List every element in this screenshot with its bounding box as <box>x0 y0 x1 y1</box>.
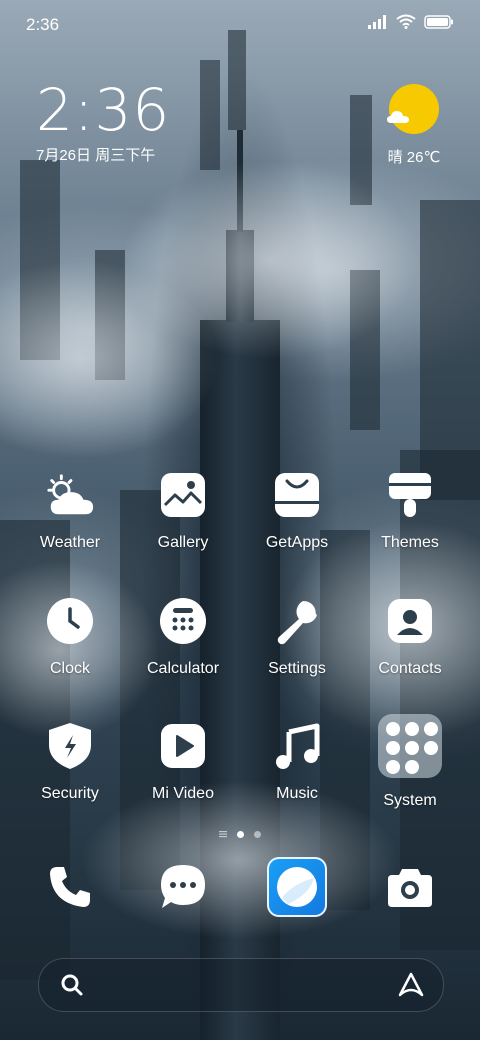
app-mi-video[interactable]: Mi Video <box>126 721 240 803</box>
contacts-icon <box>385 596 435 646</box>
app-label: Settings <box>268 660 326 677</box>
signal-icon <box>368 14 386 29</box>
app-label: Music <box>276 785 318 802</box>
app-contacts[interactable]: Contacts <box>353 596 467 678</box>
app-label: Clock <box>49 660 90 677</box>
getapps-icon <box>272 470 322 520</box>
dock-camera[interactable] <box>353 862 467 912</box>
app-label: Security <box>41 785 99 802</box>
themes-icon <box>385 470 435 520</box>
phone-icon <box>45 862 95 912</box>
app-getapps[interactable]: GetApps <box>240 470 354 552</box>
sun-cloud-icon <box>387 84 439 134</box>
app-weather[interactable]: Weather <box>13 470 127 552</box>
clock-widget[interactable]: 2:36 7月26日 周三下午 <box>36 80 170 165</box>
app-label: Gallery <box>157 534 209 551</box>
clock-icon <box>45 596 95 646</box>
search-bar[interactable] <box>38 958 444 1012</box>
music-icon <box>272 721 322 771</box>
app-clock[interactable]: Clock <box>13 596 127 678</box>
search-icon[interactable] <box>59 972 85 998</box>
status-time: 2:36 <box>26 15 60 34</box>
gallery-icon <box>158 470 208 520</box>
calculator-icon <box>158 596 208 646</box>
page-indicator[interactable] <box>0 830 480 838</box>
app-label: Mi Video <box>152 785 214 802</box>
page-dot-active[interactable] <box>237 830 244 838</box>
messages-icon <box>158 862 208 912</box>
browser-icon <box>267 857 327 917</box>
camera-icon <box>385 862 435 912</box>
app-label: Themes <box>381 534 439 551</box>
security-icon <box>45 721 95 771</box>
widget-date: 7月26日 周三下午 <box>36 147 156 164</box>
dock-messages[interactable] <box>126 862 240 912</box>
app-label: Calculator <box>146 660 220 677</box>
dock-phone[interactable] <box>13 862 127 912</box>
wifi-icon <box>396 14 416 29</box>
app-security[interactable]: Security <box>13 721 127 803</box>
assistant-icon[interactable] <box>397 971 425 999</box>
app-gallery[interactable]: Gallery <box>126 470 240 552</box>
app-label: System <box>383 792 437 809</box>
dock-browser[interactable] <box>240 857 354 917</box>
app-settings[interactable]: Settings <box>240 596 354 678</box>
weather-icon <box>45 470 95 520</box>
list-view-icon <box>219 831 227 838</box>
app-themes[interactable]: Themes <box>353 470 467 552</box>
weather-text: 晴 26℃ <box>387 149 441 166</box>
app-label: Weather <box>39 534 101 551</box>
battery-icon <box>424 14 453 29</box>
widget-time: 2:36 <box>36 76 171 144</box>
app-label: Contacts <box>378 660 442 677</box>
weather-widget[interactable]: 晴 26℃ <box>384 84 444 167</box>
status-bar: 2:36 <box>0 0 480 50</box>
app-label: GetApps <box>265 534 329 551</box>
page-dot[interactable] <box>254 830 261 838</box>
app-calculator[interactable]: Calculator <box>126 596 240 678</box>
dock <box>0 857 480 926</box>
settings-icon <box>272 596 322 646</box>
mi-video-icon <box>158 721 208 771</box>
system-folder-icon <box>378 714 442 778</box>
app-music[interactable]: Music <box>240 721 354 803</box>
system-folder[interactable]: System <box>353 714 467 810</box>
